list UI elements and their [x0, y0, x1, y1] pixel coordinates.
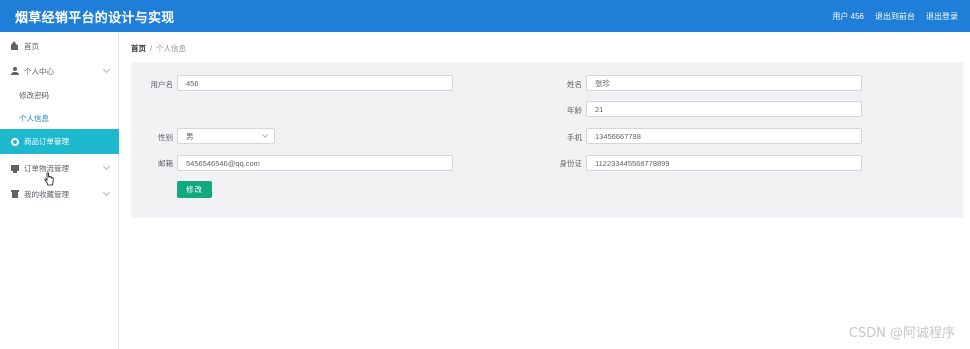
- email-field[interactable]: 5456546546@qq.com: [177, 155, 453, 171]
- sidebar: 首页 个人中心 修改密码 个人信息 商品订单管理 订单物流管理 我的收藏管理: [0, 32, 119, 349]
- sidebar-item-label: 商品订单管理: [24, 137, 69, 146]
- phone-label: 手机: [567, 133, 582, 142]
- username-field[interactable]: 456: [177, 75, 453, 91]
- breadcrumb-home[interactable]: 首页: [131, 43, 146, 54]
- idcard-label: 身份证: [559, 159, 583, 168]
- chevron-down-icon: [102, 162, 111, 171]
- sidebar-item-personal-center[interactable]: 个人中心: [0, 59, 119, 83]
- email-label: 邮箱: [158, 159, 173, 168]
- header-actions: 用户 456 退出到前台 退出登录: [832, 11, 958, 22]
- breadcrumb: 首页 / 个人信息: [131, 43, 186, 54]
- gear-icon: [11, 137, 19, 146]
- age-label: 年龄: [567, 106, 582, 115]
- exit-to-front-link[interactable]: 退出到前台: [875, 11, 915, 22]
- idcard-field[interactable]: 112233445566778899: [586, 155, 862, 171]
- sidebar-item-label: 个人信息: [19, 113, 49, 123]
- chevron-down-icon: [102, 65, 111, 74]
- logout-link[interactable]: 退出登录: [926, 11, 958, 22]
- user-label: 用户 456: [832, 11, 864, 21]
- age-field[interactable]: 21: [586, 101, 862, 117]
- sidebar-item-label: 个人中心: [24, 66, 54, 76]
- gender-label: 性别: [158, 133, 173, 142]
- sidebar-item-favorites[interactable]: 我的收藏管理: [0, 182, 119, 206]
- name-field[interactable]: 张珍: [586, 75, 862, 91]
- user-icon: [11, 67, 19, 75]
- chevron-down-icon: [102, 188, 111, 197]
- edit-button[interactable]: 修改: [177, 181, 212, 198]
- top-header: 烟草经销平台的设计与实现 用户 456 退出到前台 退出登录: [0, 0, 970, 32]
- trash-icon: [11, 190, 19, 198]
- phone-field[interactable]: 13456667788: [586, 128, 862, 144]
- sidebar-item-home[interactable]: 首页: [0, 34, 119, 58]
- hand-cursor-icon: [44, 172, 54, 186]
- username-label: 用户名: [150, 80, 174, 89]
- sidebar-item-personal-info[interactable]: 个人信息: [0, 106, 119, 130]
- chevron-down-icon: [262, 132, 268, 138]
- document-icon: [11, 164, 19, 173]
- sidebar-item-change-password[interactable]: 修改密码: [0, 83, 119, 107]
- sidebar-item-label: 首页: [24, 41, 39, 51]
- name-label: 姓名: [567, 80, 582, 89]
- sidebar-item-logistics[interactable]: 订单物流管理: [0, 156, 119, 180]
- breadcrumb-current: 个人信息: [156, 44, 187, 53]
- sidebar-item-label: 修改密码: [19, 90, 49, 100]
- watermark: CSDN @阿诚程序: [848, 326, 955, 341]
- sidebar-item-product-orders[interactable]: 商品订单管理: [0, 129, 119, 154]
- breadcrumb-separator: /: [150, 44, 153, 53]
- app-title: 烟草经销平台的设计与实现: [15, 9, 175, 25]
- home-icon: [11, 41, 19, 50]
- sidebar-item-label: 我的收藏管理: [24, 189, 69, 199]
- gender-select[interactable]: 男: [177, 128, 275, 144]
- gender-value: 男: [186, 131, 194, 141]
